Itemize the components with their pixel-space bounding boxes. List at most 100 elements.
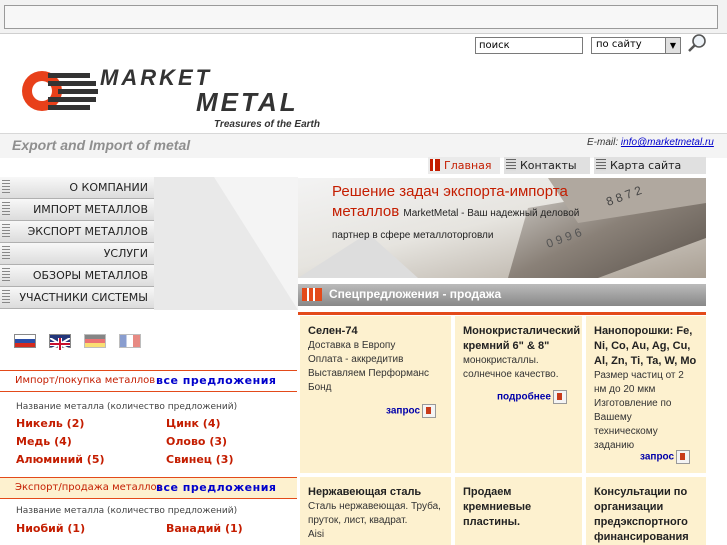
nav-item-export[interactable]: ЭКСПОРТ МЕТАЛЛОВ (0, 221, 154, 243)
nav-item-label: О КОМПАНИИ (69, 181, 148, 194)
grip-icon (2, 202, 10, 217)
details-label: подробнее (497, 391, 551, 403)
email-label: E-mail: (587, 137, 619, 148)
tab-home[interactable]: Главная (428, 157, 500, 174)
tab-marker-icon (430, 159, 440, 171)
tab-contacts-label: Контакты (520, 159, 577, 172)
offer-card: Продаем кремниевые пластины. (455, 477, 582, 545)
request-link[interactable]: запрос (640, 450, 691, 465)
import-all-link[interactable]: все предложения (156, 374, 276, 387)
nav-item-label: УСЛУГИ (103, 247, 148, 260)
nav-item-label: УЧАСТНИКИ СИСТЕМЫ (19, 291, 148, 304)
left-nav: О КОМПАНИИ ИМПОРТ МЕТАЛЛОВ ЭКСПОРТ МЕТАЛ… (0, 177, 154, 309)
metal-link[interactable]: Олово (3) (166, 435, 227, 448)
request-label: запрос (386, 405, 421, 417)
nav-item-members[interactable]: УЧАСТНИКИ СИСТЕМЫ (0, 287, 154, 309)
marketmetal-logo: MARKET METAL Treasures of the Earth (22, 65, 320, 129)
grip-icon (2, 268, 10, 283)
import-caption: Название металла (количество предложений… (16, 402, 238, 412)
tab-marker-icon (596, 159, 606, 171)
nav-item-label: ЭКСПОРТ МЕТАЛЛОВ (27, 225, 148, 238)
tab-sitemap-label: Карта сайта (610, 159, 682, 172)
metal-link[interactable]: Алюминий (5) (16, 453, 105, 466)
search-icon[interactable] (686, 33, 708, 53)
export-box-header: Экспорт/продажа металлов все предложения (0, 477, 297, 499)
special-marker-icon (302, 288, 322, 301)
nav-item-import[interactable]: ИМПОРТ МЕТАЛЛОВ (0, 199, 154, 221)
email-line: E-mail: info@marketmetal.ru (587, 137, 714, 148)
search-input[interactable] (475, 37, 583, 54)
request-icon (676, 450, 691, 464)
chevron-down-icon: ▼ (665, 38, 680, 53)
nav-wedge (154, 177, 298, 310)
hero-title: Решение задач экспорта-импорта металлов … (332, 182, 612, 246)
offer-card: Нанопорошки: Fe, Ni, Co, Au, Ag, Cu, Al,… (586, 316, 706, 473)
offer-line: Размер частиц от 2 нм до 20 мкм (594, 370, 684, 395)
email-link[interactable]: info@marketmetal.ru (621, 137, 714, 148)
tab-marker-icon (506, 159, 516, 171)
offer-title[interactable]: Продаем кремниевые пластины. (463, 485, 574, 530)
offer-title[interactable]: Монокристалический кремний 6" & 8" (463, 324, 580, 354)
offer-title[interactable]: Консультации по организации предэкспортн… (594, 485, 698, 545)
grip-icon (2, 224, 10, 239)
import-box-title[interactable]: Импорт/покупка металлов (15, 375, 155, 386)
import-box: Импорт/покупка металлов все предложения … (0, 370, 297, 470)
offer-line: Сталь нержавеющая. Труба, пруток, лист, … (308, 501, 441, 526)
search-scope-select[interactable]: по сайту ▼ (591, 37, 681, 54)
offer-card: Монокристалический кремний 6" & 8" монок… (455, 316, 582, 473)
nav-item-reviews[interactable]: ОБЗОРЫ МЕТАЛЛОВ (0, 265, 154, 287)
metal-link[interactable]: Медь (4) (16, 435, 72, 448)
grip-icon (2, 180, 10, 195)
offer-title[interactable]: Нержавеющая сталь (308, 485, 443, 500)
metal-link[interactable]: Свинец (3) (166, 453, 234, 466)
flag-de-icon[interactable] (84, 334, 106, 348)
offer-card: Нержавеющая сталь Сталь нержавеющая. Тру… (300, 477, 451, 545)
offer-line: монокристаллы. солнечное качество. (463, 355, 559, 380)
flag-fr-icon[interactable] (119, 334, 141, 348)
special-title: Спецпредложения - продажа (329, 287, 502, 301)
flag-ru-icon[interactable] (14, 334, 36, 348)
offer-title[interactable]: Селен-74 (308, 324, 443, 339)
offer-line: Изготовление по Вашему техническому зада… (594, 398, 672, 451)
slogan-text: Export and Import of metal (12, 137, 191, 153)
nav-item-label: ОБЗОРЫ МЕТАЛЛОВ (32, 269, 148, 282)
export-caption: Название металла (количество предложений… (16, 506, 238, 516)
details-icon (552, 390, 567, 404)
metal-link[interactable]: Ниобий (1) (16, 522, 85, 535)
tab-sitemap[interactable]: Карта сайта (594, 157, 706, 174)
grip-icon (2, 246, 10, 261)
hero-title-line1: Решение задач экспорта-импорта (332, 183, 568, 200)
offer-line: Выставляем Перформанс Бонд (308, 368, 430, 393)
offer-card: Консультации по организации предэкспортн… (586, 477, 706, 545)
nav-item-label: ИМПОРТ МЕТАЛЛОВ (33, 203, 148, 216)
request-link[interactable]: запрос (386, 404, 437, 419)
logo-word-metal: METAL (196, 87, 299, 117)
metal-link[interactable]: Ванадий (1) (166, 522, 243, 535)
hero-title-line2: металлов (332, 203, 400, 220)
offer-title[interactable]: Нанопорошки: Fe, Ni, Co, Au, Ag, Cu, Al,… (594, 324, 698, 369)
grip-icon (2, 290, 10, 305)
offers-grid: Селен-74 Доставка в Европу Оплата - аккр… (300, 316, 706, 545)
offer-line: Aisi (308, 529, 325, 540)
nav-item-services[interactable]: УСЛУГИ (0, 243, 154, 265)
details-link[interactable]: подробнее (497, 390, 567, 405)
nav-item-about[interactable]: О КОМПАНИИ (0, 177, 154, 199)
request-label: запрос (640, 451, 675, 463)
address-field[interactable] (4, 5, 718, 29)
logo-tagline: Treasures of the Earth (214, 119, 320, 129)
import-box-header: Импорт/покупка металлов все предложения (0, 370, 297, 392)
offer-card: Селен-74 Доставка в Европу Оплата - аккр… (300, 316, 451, 473)
metal-link[interactable]: Никель (2) (16, 417, 84, 430)
tab-home-label: Главная (444, 159, 492, 172)
request-icon (422, 404, 437, 418)
flag-en-icon[interactable] (49, 334, 71, 351)
divider (298, 312, 706, 315)
export-box-title[interactable]: Экспорт/продажа металлов (15, 482, 163, 493)
metal-link[interactable]: Цинк (4) (166, 417, 221, 430)
export-box: Экспорт/продажа металлов все предложения… (0, 477, 297, 545)
tab-contacts[interactable]: Контакты (504, 157, 590, 174)
offer-line: Оплата - аккредитив (308, 354, 404, 365)
export-all-link[interactable]: все предложения (156, 481, 276, 494)
offer-line: Доставка в Европу (308, 340, 396, 351)
search-scope-label: по сайту (596, 39, 642, 50)
